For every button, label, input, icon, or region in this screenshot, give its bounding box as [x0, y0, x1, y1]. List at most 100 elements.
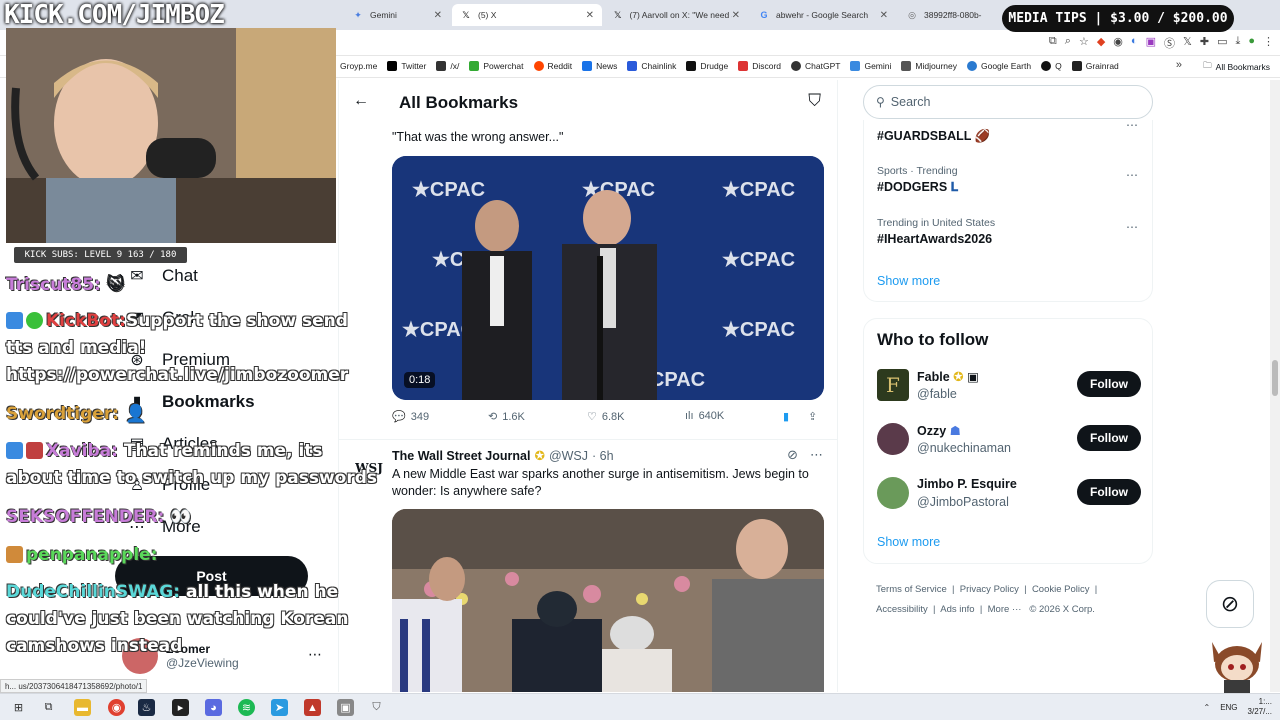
footer-link[interactable]: Privacy Policy — [960, 584, 1019, 595]
language-indicator[interactable]: ENG — [1220, 703, 1237, 712]
bookmark-item[interactable]: Gemini — [850, 61, 891, 71]
task-view-icon[interactable]: ⧉ — [40, 699, 57, 716]
close-icon[interactable]: ✕ — [586, 10, 594, 21]
grok-floating-button[interactable]: ⊘ — [1206, 580, 1254, 628]
zoom-icon[interactable]: ⌕ — [1065, 35, 1071, 51]
x-logo-icon[interactable]: 𝕏 — [1183, 35, 1192, 51]
extension-icon[interactable]: ◆ — [1097, 35, 1105, 51]
close-icon[interactable]: ✕ — [732, 10, 740, 21]
tab-file[interactable]: ◎ 38992ff8-080b- — [898, 4, 998, 26]
show-more-link[interactable]: Show more — [877, 535, 940, 549]
chevron-right-icon[interactable]: » — [1176, 59, 1182, 71]
more-icon[interactable]: ⋯ — [1126, 118, 1138, 132]
sidebar-icon[interactable]: ▭ — [1217, 35, 1227, 51]
tweet-top-icons: ⊘ ⋯ — [787, 447, 823, 463]
follow-button[interactable]: Follow — [1077, 479, 1141, 505]
bookmark-item[interactable]: /x/ — [436, 61, 459, 71]
search-input[interactable]: ⚲ Search — [863, 85, 1153, 119]
extension-icon[interactable]: ◐ — [1131, 35, 1138, 51]
file-explorer-icon[interactable]: ▬ — [74, 699, 91, 716]
steam-icon[interactable]: ♨ — [138, 699, 155, 716]
bookmark-item[interactable]: Reddit — [533, 61, 572, 71]
app-icon[interactable]: ▣ — [337, 699, 354, 716]
download-icon[interactable]: ⤓ — [1235, 35, 1240, 51]
profile-icon[interactable]: ● — [1248, 35, 1255, 51]
tweet-image[interactable] — [392, 509, 824, 692]
bookmark-item[interactable]: Groyp.me — [340, 61, 377, 71]
repost-button[interactable]: ⟲ 1.6K — [488, 410, 525, 424]
spotify-icon[interactable]: ≋ — [238, 699, 255, 716]
extension-icon[interactable]: Ⓢ — [1164, 35, 1175, 51]
more-icon[interactable]: ⋯ — [810, 447, 823, 463]
bookmark-item[interactable]: Midjourney — [901, 61, 957, 71]
tweet-actions: 💬 349 ⟲ 1.6K ♡ 6.8K ılı 640K ▮ ⇪ — [392, 410, 828, 428]
add-bookmark-folder-icon[interactable]: ⛉ — [808, 91, 821, 111]
terminal-icon[interactable]: ▸ — [172, 699, 189, 716]
chat-text: all this when he — [185, 582, 339, 602]
chevron-up-icon[interactable]: ⌃ — [1203, 703, 1210, 712]
like-button[interactable]: ♡ 6.8K — [587, 410, 625, 424]
share-button[interactable]: ⇪ — [808, 410, 817, 423]
puzzle-icon[interactable]: ✚ — [1200, 35, 1209, 51]
show-more-link[interactable]: Show more — [877, 274, 940, 288]
star-icon[interactable]: ☆ — [1079, 35, 1089, 51]
tab-aarvoll[interactable]: 𝕏 (7) Aarvoll on X: "We need a ✕ — [604, 4, 748, 26]
tweet-video[interactable]: ★CPAC★CPAC★CPAC ★CPAC★CPAC ★CPAC★CPAC ★C… — [392, 156, 824, 400]
bookmark-item[interactable]: Q — [1041, 61, 1062, 71]
footer-link[interactable]: Terms of Service — [876, 584, 947, 595]
windows-start-icon[interactable]: ⊞ — [10, 699, 27, 716]
menu-icon[interactable]: ⋮ — [1263, 35, 1274, 51]
telegram-icon[interactable]: ➤ — [271, 699, 288, 716]
install-icon[interactable]: ⧉ — [1049, 35, 1057, 51]
page-header: ← All Bookmarks ⛉ — [339, 80, 837, 125]
close-icon[interactable]: ✕ — [434, 10, 442, 21]
bookmark-item[interactable]: Twitter — [387, 61, 426, 71]
trend-item[interactable]: Sports · Trending #DODGERS 𝐋 — [877, 165, 958, 195]
more-icon[interactable]: ⋯ — [1126, 168, 1138, 182]
bookmark-item[interactable]: News — [582, 61, 617, 71]
tab-x[interactable]: 𝕏 (5) X ✕ — [452, 4, 602, 26]
shield-icon[interactable]: ⛉ — [368, 699, 385, 716]
extension-icon[interactable]: ▣ — [1146, 35, 1156, 51]
follow-suggestion[interactable]: Jimbo P. Esquire @JimboPastoral Follow — [877, 477, 1141, 513]
tweet-time[interactable]: · 6h — [592, 449, 614, 463]
app-icon[interactable]: ▲ — [304, 699, 321, 716]
author-handle[interactable]: @WSJ — [549, 449, 588, 463]
scrollbar-thumb[interactable] — [1272, 360, 1278, 396]
footer-link[interactable]: Ads info — [940, 604, 974, 615]
views-button[interactable]: ılı 640K — [685, 410, 724, 422]
bookmark-button[interactable]: ▮ — [783, 410, 789, 423]
extension-icon[interactable]: ◉ — [1113, 35, 1123, 51]
follow-button[interactable]: Follow — [1077, 371, 1141, 397]
chat-username: Swordtiger: — [6, 404, 120, 424]
author-name[interactable]: The Wall Street Journal — [392, 449, 530, 463]
follow-suggestion[interactable]: F Fable ✪ ▣ @fable Follow — [877, 369, 1141, 405]
tab-google[interactable]: G abwehr - Google Search ✕ — [750, 4, 896, 26]
scrollbar[interactable] — [1270, 80, 1280, 692]
bookmark-item[interactable]: Grainrad — [1071, 61, 1119, 71]
bookmark-item[interactable]: Drudge — [686, 61, 728, 71]
bookmark-item[interactable]: Chainlink — [627, 61, 676, 71]
trend-item[interactable]: Trending in United States #IHeartAwards2… — [877, 217, 995, 246]
chrome-icon[interactable]: ◉ — [108, 699, 125, 716]
trend-item[interactable]: #GUARDSBALL 🏈 — [877, 126, 990, 144]
clock[interactable]: 1:... 3/27/... — [1248, 697, 1272, 717]
footer-link[interactable]: More ··· — [988, 604, 1022, 615]
more-icon[interactable]: ⋯ — [1126, 220, 1138, 234]
follow-button[interactable]: Follow — [1077, 425, 1141, 451]
footer-link[interactable]: Accessibility — [876, 604, 928, 615]
footer-link[interactable]: Cookie Policy — [1032, 584, 1090, 595]
close-icon[interactable]: ✕ — [880, 10, 888, 21]
tab-gemini[interactable]: ✦ Gemini ✕ — [344, 4, 450, 26]
reply-button[interactable]: 💬 349 — [392, 410, 429, 424]
follow-suggestion[interactable]: Ozzy ☗ @nukechinaman Follow — [877, 423, 1141, 459]
back-arrow-icon[interactable]: ← — [353, 92, 369, 110]
bookmark-item[interactable]: Discord — [738, 61, 781, 71]
bookmark-item[interactable]: Powerchat — [469, 61, 524, 71]
all-bookmarks-folder[interactable]: 🗀 All Bookmarks — [1203, 60, 1270, 74]
bookmark-item[interactable]: Google Earth — [966, 61, 1031, 71]
bookmark-item[interactable]: ChatGPT — [791, 61, 840, 71]
grok-icon[interactable]: ⊘ — [787, 447, 798, 463]
nav-item-chat[interactable]: ✉ Chat — [126, 266, 198, 286]
discord-icon[interactable]: ◕ — [205, 699, 222, 716]
